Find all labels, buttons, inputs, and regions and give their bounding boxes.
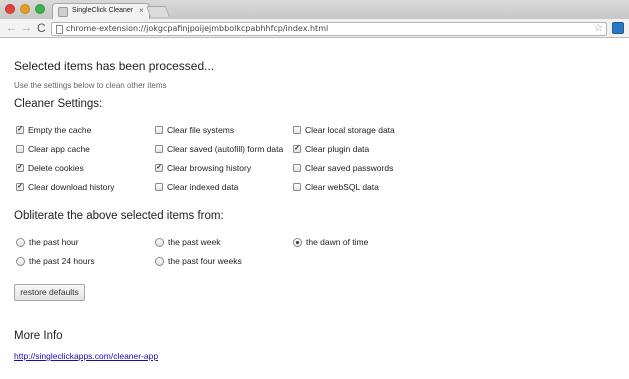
- range-label: the past week: [168, 237, 221, 247]
- option-label: Delete cookies: [28, 163, 84, 173]
- range-label: the past hour: [29, 237, 79, 247]
- option-label: Empty the cache: [28, 125, 92, 135]
- address-bar[interactable]: chrome-extension://jokgcpafinjpoijejmbbo…: [51, 22, 607, 36]
- option-label: Clear file systems: [167, 125, 235, 135]
- past-hour-radio[interactable]: [16, 238, 25, 247]
- page-icon: [56, 25, 63, 34]
- clear-app-cache-checkbox[interactable]: [16, 145, 24, 153]
- reload-icon[interactable]: C: [37, 21, 46, 35]
- forward-arrow-icon[interactable]: →: [21, 21, 32, 35]
- close-window-button[interactable]: [5, 4, 15, 14]
- obliterate-heading: Obliterate the above selected items from…: [14, 210, 224, 222]
- dawn-of-time-radio[interactable]: [293, 238, 302, 247]
- address-url[interactable]: chrome-extension://jokgcpafinjpoijejmbbo…: [66, 24, 328, 33]
- delete-cookies-checkbox[interactable]: ✓: [16, 164, 24, 172]
- clear-plugin-data-checkbox[interactable]: ✓: [293, 145, 301, 153]
- page-content: Selected items has been processed... Use…: [0, 38, 629, 379]
- range-label: the dawn of time: [306, 237, 369, 247]
- past-24-hours-radio[interactable]: [16, 257, 25, 266]
- range-label: the past 24 hours: [29, 256, 95, 266]
- zoom-window-button[interactable]: [35, 4, 45, 14]
- new-tab-button[interactable]: [145, 6, 171, 17]
- option-label: Clear plugin data: [305, 144, 370, 154]
- option-label: Clear local storage data: [305, 125, 395, 135]
- clear-file-systems-checkbox[interactable]: [155, 126, 163, 134]
- tab-singleclick-cleaner[interactable]: SingleClick Cleaner ×: [52, 3, 150, 20]
- more-info-heading: More Info: [14, 330, 63, 342]
- empty-cache-checkbox[interactable]: ✓: [16, 126, 24, 134]
- bookmark-star-icon[interactable]: ☆: [594, 23, 603, 34]
- clear-websql-data-checkbox[interactable]: [293, 183, 301, 191]
- option-label: Clear webSQL data: [305, 182, 379, 192]
- page-subtext: Use the settings below to clean other it…: [14, 81, 167, 90]
- extension-icon[interactable]: [612, 22, 624, 34]
- option-label: Clear saved (autofill) form data: [167, 144, 284, 154]
- back-arrow-icon[interactable]: ←: [6, 21, 17, 35]
- tab-title: SingleClick Cleaner: [72, 7, 134, 14]
- clear-form-data-checkbox[interactable]: [155, 145, 163, 153]
- minimize-window-button[interactable]: [20, 4, 30, 14]
- option-label: Clear indexed data: [167, 182, 239, 192]
- past-four-weeks-radio[interactable]: [155, 257, 164, 266]
- past-week-radio[interactable]: [155, 238, 164, 247]
- option-label: Clear app cache: [28, 144, 90, 154]
- extension-favicon-icon: [58, 7, 68, 17]
- page-heading: Selected items has been processed...: [14, 59, 215, 73]
- option-label: Clear download history: [28, 182, 115, 192]
- cleaner-settings-heading: Cleaner Settings:: [14, 98, 103, 110]
- clear-download-history-checkbox[interactable]: ✓: [16, 183, 24, 191]
- clear-saved-passwords-checkbox[interactable]: [293, 164, 301, 172]
- clear-browsing-history-checkbox[interactable]: ✓: [155, 164, 163, 172]
- more-info-link[interactable]: http://singleclickapps.com/cleaner-app: [14, 351, 158, 361]
- restore-defaults-button[interactable]: restore defaults: [14, 284, 85, 301]
- range-label: the past four weeks: [168, 256, 242, 266]
- clear-indexed-data-checkbox[interactable]: [155, 183, 163, 191]
- clear-local-storage-checkbox[interactable]: [293, 126, 301, 134]
- tab-strip: SingleClick Cleaner ×: [0, 0, 629, 20]
- option-label: Clear browsing history: [167, 163, 252, 173]
- tab-close-icon[interactable]: ×: [139, 6, 144, 15]
- browser-toolbar: ← → C chrome-extension://jokgcpafinjpoij…: [0, 19, 629, 38]
- option-label: Clear saved passwords: [305, 163, 394, 173]
